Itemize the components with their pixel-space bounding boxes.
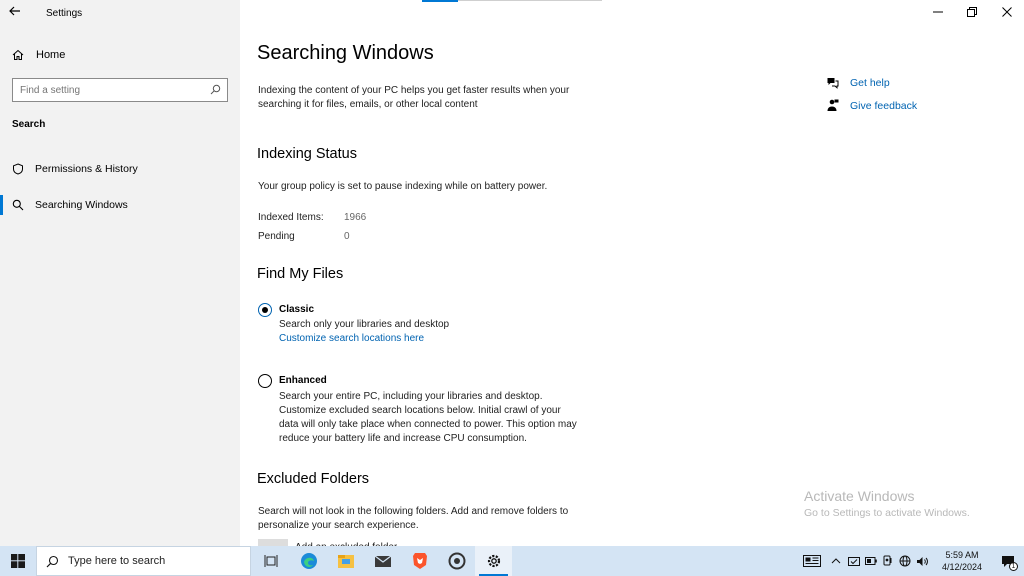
classic-description: Search only your libraries and desktop	[279, 319, 450, 330]
give-feedback-label[interactable]: Give feedback	[850, 100, 917, 112]
scroll-indicator	[422, 0, 602, 2]
windows-logo-icon	[11, 554, 25, 568]
feedback-person-icon	[827, 99, 839, 111]
tray-app-button[interactable]	[845, 546, 862, 576]
edge-button[interactable]	[290, 546, 327, 576]
find-my-files-heading: Find My Files	[257, 266, 344, 282]
pending-label: Pending	[258, 231, 295, 242]
back-button[interactable]	[8, 4, 28, 20]
classic-radio[interactable]	[258, 303, 272, 317]
mail-icon	[374, 555, 391, 567]
minimize-button[interactable]	[926, 2, 950, 22]
restore-button[interactable]	[960, 2, 984, 22]
get-help-link[interactable]: Get help	[826, 76, 890, 89]
battery-button[interactable]	[862, 546, 879, 576]
clock-date: 4/12/2024	[941, 562, 983, 572]
search-icon[interactable]	[210, 84, 221, 95]
classic-label[interactable]: Classic	[279, 304, 314, 315]
news-icon	[803, 555, 821, 567]
give-feedback-link[interactable]: Give feedback	[826, 99, 917, 112]
close-button[interactable]	[995, 2, 1019, 22]
system-tray: 5:59 AM 4/12/2024 1	[797, 546, 1024, 576]
enhanced-description-line: Customize excluded search locations belo…	[279, 405, 561, 416]
excluded-folders-heading: Excluded Folders	[257, 471, 370, 487]
get-help-label[interactable]: Get help	[850, 77, 890, 89]
chevron-up-icon	[831, 558, 841, 564]
taskbar-search-box[interactable]: Type here to search	[36, 546, 251, 576]
brave-icon	[412, 553, 427, 569]
task-view-button[interactable]	[253, 546, 290, 576]
help-chat-icon	[827, 78, 839, 89]
taskbar-search-placeholder: Type here to search	[68, 555, 166, 567]
excluded-description-line: Search will not look in the following fo…	[258, 506, 569, 517]
clock[interactable]: 5:59 AM 4/12/2024	[932, 549, 992, 573]
battery-icon	[864, 557, 877, 565]
indexing-status-heading: Indexing Status	[257, 146, 357, 162]
meet-now-icon	[883, 555, 891, 566]
shield-icon	[13, 163, 23, 175]
activate-windows-title: Activate Windows	[804, 488, 915, 504]
sidebar-item-label: Permissions & History	[35, 163, 138, 175]
restore-icon	[967, 7, 977, 17]
start-button[interactable]	[0, 546, 36, 576]
sidebar-item-label: Searching Windows	[35, 199, 128, 211]
notification-count-badge: 1	[1009, 562, 1018, 571]
network-button[interactable]	[896, 546, 913, 576]
sidebar-item-home[interactable]: Home	[12, 46, 65, 64]
customize-search-locations-link[interactable]: Customize search locations here	[279, 332, 424, 346]
policy-text: Your group policy is set to pause indexi…	[258, 181, 548, 192]
task-view-icon	[264, 555, 277, 567]
settings-button[interactable]	[475, 546, 512, 576]
add-excluded-folder-button[interactable]	[258, 539, 288, 546]
search-icon	[12, 199, 24, 211]
meet-now-button[interactable]	[879, 546, 896, 576]
sidebar-item-home-label: Home	[36, 49, 66, 61]
show-hidden-icons-button[interactable]	[827, 546, 845, 576]
file-explorer-icon	[337, 555, 354, 568]
app-title: Settings	[46, 8, 83, 19]
excluded-description-line: personalize your search experience.	[258, 520, 419, 531]
indexed-items-value: 1966	[344, 212, 367, 223]
home-icon	[12, 49, 24, 60]
clock-time: 5:59 AM	[945, 550, 979, 560]
enhanced-description-line: data will only take place when connected…	[279, 419, 577, 430]
enhanced-description-line: reduce your battery life and increase CP…	[279, 433, 527, 444]
minimize-icon	[933, 11, 943, 13]
active-indicator	[0, 195, 3, 215]
find-setting-box	[12, 78, 228, 102]
enhanced-description-line: Search your entire PC, including your li…	[279, 391, 543, 402]
find-setting-input[interactable]	[13, 79, 198, 101]
news-widget-button[interactable]	[797, 546, 827, 576]
sidebar: Settings Home Search Permissions & Histo…	[0, 0, 240, 546]
sidebar-section-label: Search	[12, 119, 46, 130]
search-icon	[46, 555, 59, 567]
page-title: Searching Windows	[257, 42, 434, 64]
mail-button[interactable]	[364, 546, 401, 576]
volume-button[interactable]	[913, 546, 932, 576]
indexed-items-label: Indexed Items:	[258, 212, 324, 223]
pending-value: 0	[344, 231, 350, 242]
activate-windows-subtitle: Go to Settings to activate Windows.	[804, 507, 970, 519]
close-icon	[1002, 7, 1012, 17]
settings-icon	[487, 554, 500, 568]
display-status-icon	[847, 556, 860, 566]
taskbar: Type here to search 5:59 AM 4/12/2024 1	[0, 546, 1024, 576]
main-content: Searching Windows Indexing the content o…	[240, 0, 1024, 546]
edge-icon	[300, 553, 317, 569]
intro-text: Indexing the content of your PC helps yo…	[258, 85, 570, 110]
media-app-icon	[448, 552, 465, 570]
enhanced-radio[interactable]	[258, 374, 272, 388]
back-arrow-icon	[9, 6, 20, 16]
media-app-button[interactable]	[438, 546, 475, 576]
brave-button[interactable]	[401, 546, 438, 576]
speaker-icon	[917, 556, 928, 566]
sidebar-item-permissions-history[interactable]: Permissions & History	[0, 159, 240, 179]
notification-center-button[interactable]: 1	[992, 546, 1024, 576]
file-explorer-button[interactable]	[327, 546, 364, 576]
enhanced-label[interactable]: Enhanced	[279, 375, 327, 386]
globe-icon	[899, 555, 910, 567]
sidebar-item-searching-windows[interactable]: Searching Windows	[0, 195, 240, 215]
